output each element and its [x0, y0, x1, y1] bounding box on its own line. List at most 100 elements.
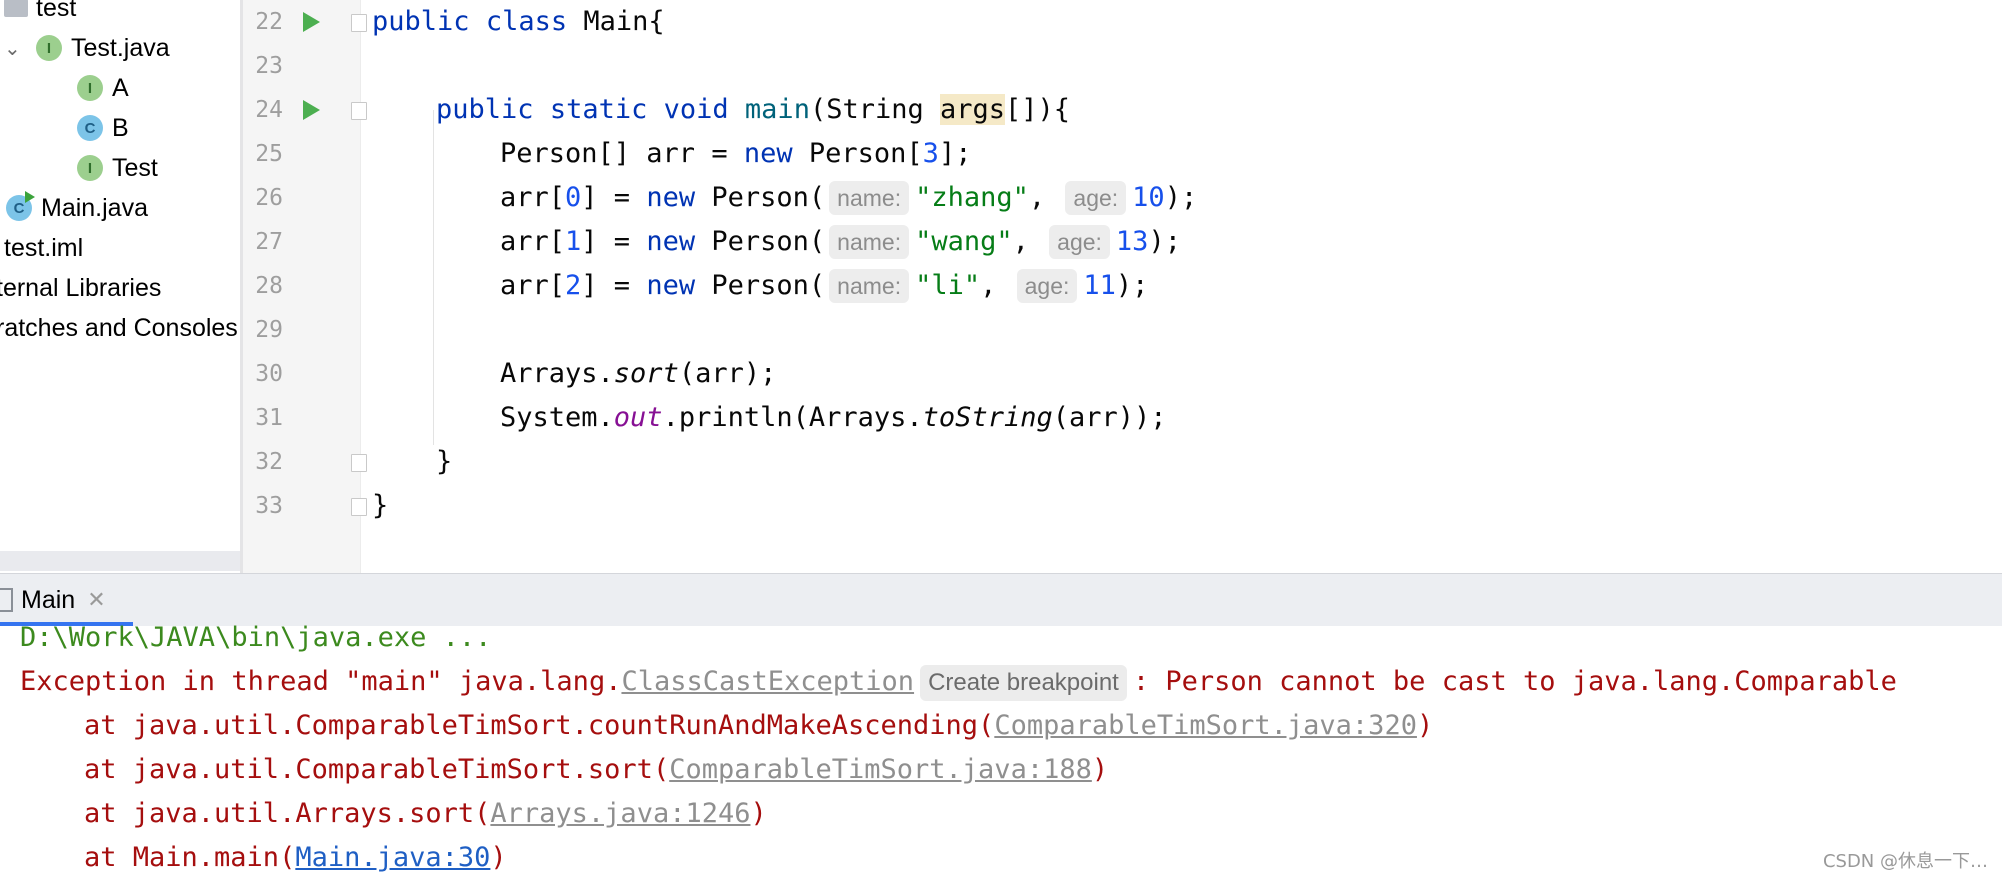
static-method: toString [922, 402, 1053, 433]
keyword: new [646, 270, 696, 301]
create-breakpoint-button[interactable]: Create breakpoint [920, 665, 1127, 701]
stack-trace-line: at java.util.ComparableTimSort.countRunA… [84, 704, 1433, 748]
stack-source-link[interactable]: Arrays.java:1246 [490, 798, 750, 829]
code-text: arr[0] = new Person(name: "zhang", age: 10… [500, 176, 1197, 220]
fold-icon[interactable] [351, 14, 367, 32]
stack-source-link[interactable]: Main.java:30 [295, 842, 490, 873]
keyword: public [436, 94, 534, 125]
stack-source-link[interactable]: ComparableTimSort.java:188 [669, 754, 1092, 785]
code-line: 28 arr[2] = new Person(name: "li", age: 11… [243, 264, 2002, 308]
tree-item-label: ternal Libraries [0, 273, 162, 302]
code-token: ] = [581, 182, 647, 213]
line-number: 32 [255, 449, 283, 475]
parameter-hint: age: [1049, 225, 1110, 259]
code-line: 25 Person[] arr = new Person[3]; [243, 132, 2002, 176]
stack-trace-line: at java.util.ComparableTimSort.sort(Comp… [84, 748, 1108, 792]
run-gutter-icon[interactable] [303, 100, 320, 120]
keyword: void [663, 94, 729, 125]
static-field: out [613, 402, 663, 433]
keyword: new [743, 138, 793, 169]
highlighted-param: args [940, 94, 1006, 125]
code-text: System.out.println(Arrays.toString(arr))… [500, 396, 1167, 440]
code-line: 27 arr[1] = new Person(name: "wang", age:… [243, 220, 2002, 264]
fold-icon[interactable] [351, 454, 367, 472]
stack-text: at java.util.Arrays.sort( [84, 798, 491, 829]
keyword: public [372, 6, 470, 37]
number-literal: 1 [565, 226, 582, 257]
code-token: System. [500, 402, 614, 433]
code-token: Person[] arr = [500, 138, 744, 169]
tree-item-main-java[interactable]: C Main.java [6, 190, 148, 226]
exception-class-link[interactable]: ClassCastException [621, 666, 914, 697]
code-line: 32 } [243, 440, 2002, 484]
code-editor[interactable]: 22 public class Main{ 23 24 public stati… [243, 0, 2002, 573]
code-line: 33 } [243, 484, 2002, 528]
line-number: 27 [255, 229, 283, 255]
tree-item-test-java[interactable]: ⌄ I Test.java [4, 30, 170, 66]
stack-text: at Main.main( [84, 842, 296, 873]
stack-text: ) [750, 798, 767, 829]
code-line: 22 public class Main{ [243, 0, 2002, 44]
tree-item-b[interactable]: C B [77, 110, 129, 146]
stack-source-link[interactable]: ComparableTimSort.java:320 [994, 710, 1417, 741]
code-token: Person( [695, 270, 826, 301]
chevron-down-icon[interactable]: ⌄ [4, 36, 26, 61]
code-token: Person( [695, 182, 826, 213]
number-literal: 2 [565, 270, 582, 301]
stack-trace-line: at java.util.Arrays.sort(Arrays.java:124… [84, 792, 767, 836]
code-token: Person( [695, 226, 826, 257]
tree-item-a[interactable]: I A [77, 70, 129, 106]
number-literal: 13 [1115, 226, 1149, 257]
line-number: 30 [255, 361, 283, 387]
tree-item-scratches[interactable]: ratches and Consoles [0, 310, 238, 346]
code-text: } [372, 490, 389, 521]
tab-label: Main [21, 585, 76, 614]
close-icon[interactable]: ✕ [87, 587, 105, 613]
string-literal: "zhang" [915, 182, 1029, 213]
code-token: .println(Arrays. [662, 402, 923, 433]
code-line: 29 [243, 308, 2002, 352]
tree-item-label: test [36, 0, 77, 22]
parameter-hint: age: [1016, 269, 1078, 303]
parameter-hint: age: [1065, 181, 1127, 215]
code-line: 23 [243, 44, 2002, 88]
line-number: 25 [255, 141, 283, 167]
code-line: 26 arr[0] = new Person(name: "zhang", age… [243, 176, 2002, 220]
console-exception-line: Exception in thread "main" java.lang.Cla… [20, 660, 1897, 704]
stack-trace-line: at Main.main(Main.java:30) [84, 836, 507, 880]
exception-text: : Person cannot be cast to java.lang.Com… [1132, 666, 1897, 697]
tree-item-test-iml[interactable]: test.iml [4, 230, 83, 266]
code-token: arr[ [500, 182, 566, 213]
line-number: 24 [255, 97, 283, 123]
parameter-hint: name: [829, 181, 910, 215]
console-icon [0, 588, 13, 612]
code-token: ); [1164, 182, 1198, 213]
tree-item-label: A [112, 73, 129, 102]
code-line: 30 Arrays.sort(arr); [243, 352, 2002, 396]
code-token: ]; [938, 138, 972, 169]
tree-item-label: Test [112, 153, 158, 182]
console-output[interactable]: D:\Work\JAVA\bin\java.exe ... Exception … [0, 622, 2002, 880]
interface-icon: I [36, 35, 62, 61]
class-badge: C [13, 199, 25, 217]
console-command-line: D:\Work\JAVA\bin\java.exe ... [20, 622, 492, 653]
tree-item-test[interactable]: I Test [77, 150, 158, 186]
tree-item-label: test.iml [4, 233, 84, 262]
code-token: ); [1115, 270, 1149, 301]
tree-item-external-libraries[interactable]: ternal Libraries [0, 270, 161, 306]
fold-icon[interactable] [351, 498, 367, 516]
code-line: 24 public static void main(String args[]… [243, 88, 2002, 132]
run-gutter-icon[interactable] [303, 12, 320, 32]
tree-item-test-folder[interactable]: test [4, 0, 76, 26]
stack-text: ) [490, 842, 507, 873]
code-text: Arrays.sort(arr); [500, 352, 776, 396]
code-token: Main{ [567, 6, 665, 37]
horizontal-scrollbar[interactable] [0, 551, 240, 571]
code-token: arr[ [500, 226, 566, 257]
number-literal: 10 [1132, 182, 1165, 213]
code-text: Person[] arr = new Person[3]; [500, 132, 971, 176]
line-number: 23 [255, 53, 283, 79]
stack-text: ) [1416, 710, 1434, 741]
fold-icon[interactable] [351, 102, 367, 120]
code-token: Person[ [792, 138, 923, 169]
